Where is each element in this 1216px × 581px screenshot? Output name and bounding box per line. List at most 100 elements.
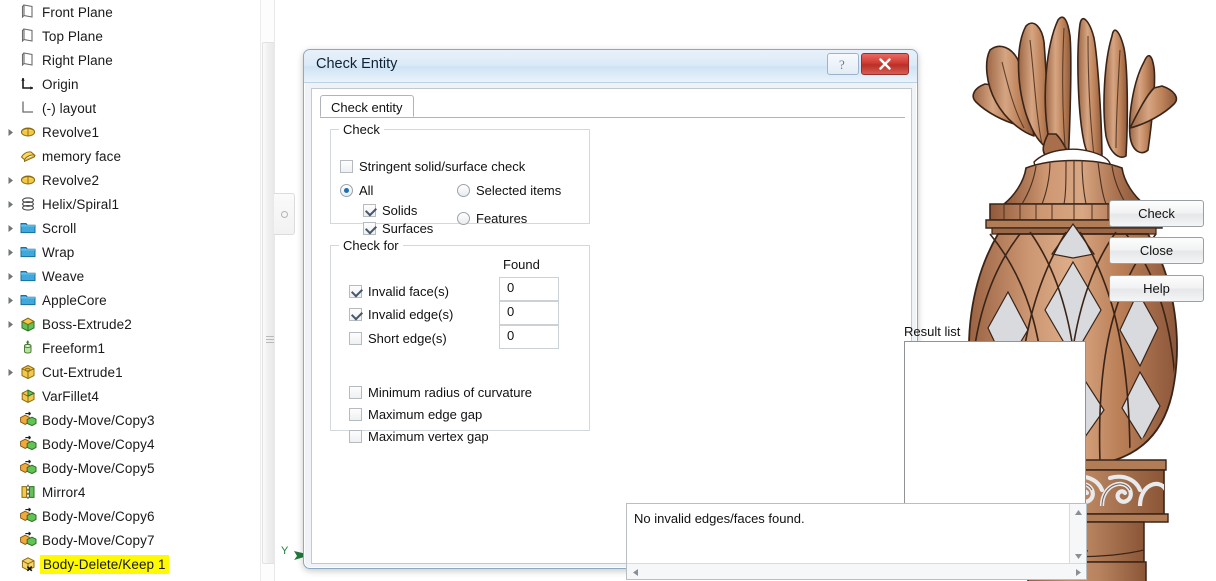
check-groupbox: Check Stringent solid/surface check All … [330, 122, 590, 236]
tree-item-body-move-copy3[interactable]: Body-Move/Copy3 [0, 408, 258, 432]
tree-item-label: Boss-Extrude2 [42, 316, 132, 332]
message-vertical-scrollbar[interactable] [1069, 504, 1086, 564]
features-radio[interactable] [457, 211, 470, 225]
tree-item-body-delete-keep-1[interactable]: Body-Delete/Keep 1 [0, 552, 258, 576]
titlebar-close-button[interactable] [861, 53, 909, 75]
message-horizontal-scrollbar[interactable] [627, 563, 1086, 579]
features-row[interactable]: Features [457, 207, 527, 229]
check-button[interactable]: Check [1109, 200, 1204, 227]
tree-item-icon [18, 242, 38, 262]
invalid-faces-row[interactable]: Invalid face(s) [349, 280, 449, 302]
tree-item-applecore[interactable]: AppleCore [0, 288, 258, 312]
tree-item-label: Body-Move/Copy3 [42, 412, 155, 428]
expand-chevron-icon[interactable] [4, 192, 18, 216]
short-edges-label: Short edge(s) [368, 330, 447, 346]
tree-item-cut-extrude1[interactable]: Cut-Extrude1 [0, 360, 258, 384]
stringent-checkbox[interactable] [340, 159, 353, 173]
invalid-faces-found-value[interactable]: 0 [499, 277, 559, 301]
surface-icon [20, 151, 37, 163]
maximum-vertex-gap-row[interactable]: Maximum vertex gap [349, 425, 489, 447]
tree-item-revolve2[interactable]: Revolve2 [0, 168, 258, 192]
short-edges-checkbox[interactable] [349, 331, 362, 345]
tree-item-body-move-copy4[interactable]: Body-Move/Copy4 [0, 432, 258, 456]
expand-chevron-icon[interactable] [4, 120, 18, 144]
tree-item-label: Cut-Extrude1 [42, 364, 123, 380]
scroll-right-arrow-icon[interactable] [1070, 564, 1086, 580]
tree-item-layout[interactable]: (-) layout [0, 96, 258, 120]
tree-item-origin[interactable]: Origin [0, 72, 258, 96]
expand-chevron-icon[interactable] [4, 168, 18, 192]
folder-icon [20, 295, 36, 306]
surfaces-checkbox[interactable] [363, 221, 376, 235]
feature-tree[interactable]: Front Plane Top Plane Right Plane Origin (-)… [0, 0, 258, 581]
scope-selected-items-radio[interactable] [457, 183, 470, 197]
tree-item-revolve1[interactable]: Revolve1 [0, 120, 258, 144]
tree-item-label: Top Plane [42, 28, 103, 44]
tree-item-body-move-copy6[interactable]: Body-Move/Copy6 [0, 504, 258, 528]
invalid-edges-found-value[interactable]: 0 [499, 301, 559, 325]
minimum-radius-checkbox[interactable] [349, 385, 362, 399]
minimum-radius-row[interactable]: Minimum radius of curvature [349, 381, 532, 403]
invalid-edges-checkbox[interactable] [349, 307, 362, 321]
short-edges-found-value[interactable]: 0 [499, 325, 559, 349]
tree-item-icon [18, 266, 38, 286]
titlebar-help-button[interactable]: ? [827, 53, 859, 75]
panel-splitter-handle[interactable] [274, 193, 295, 235]
tree-item-wrap[interactable]: Wrap [0, 240, 258, 264]
expand-chevron-icon[interactable] [4, 240, 18, 264]
close-button[interactable]: Close [1109, 237, 1204, 264]
move-copy-icon [20, 507, 37, 523]
dialog-titlebar[interactable]: Check Entity ? [304, 50, 917, 83]
tree-item-icon [18, 410, 38, 430]
delete-body-icon [21, 557, 35, 572]
tree-item-helix-spiral1[interactable]: Helix/Spiral1 [0, 192, 258, 216]
short-edges-row[interactable]: Short edge(s) [349, 327, 447, 349]
scroll-down-arrow-icon[interactable] [1070, 548, 1086, 564]
panel-splitter[interactable] [274, 0, 303, 581]
cut-extrude-icon [21, 364, 35, 380]
tab-check-entity[interactable]: Check entity [320, 95, 414, 117]
expand-chevron-icon[interactable] [4, 360, 18, 384]
check-entity-dialog[interactable]: Check Entity ? Check entity Check String… [303, 49, 1204, 580]
expand-chevron-icon[interactable] [4, 312, 18, 336]
help-button[interactable]: Help [1109, 275, 1204, 302]
tree-item-mirror4[interactable]: Mirror4 [0, 480, 258, 504]
tree-item-scroll[interactable]: Scroll [0, 216, 258, 240]
scope-selected-items-row[interactable]: Selected items [457, 179, 561, 201]
tree-item-boss-extrude2[interactable]: Boss-Extrude2 [0, 312, 258, 336]
tree-item-right-plane[interactable]: Right Plane [0, 48, 258, 72]
scroll-left-arrow-icon[interactable] [627, 564, 643, 580]
message-box[interactable]: No invalid edges/faces found. [626, 503, 1087, 580]
stringent-check-row[interactable]: Stringent solid/surface check [340, 155, 525, 177]
tree-item-label: (-) layout [42, 100, 97, 116]
scroll-up-arrow-icon[interactable] [1070, 504, 1086, 520]
tree-item-body-move-copy5[interactable]: Body-Move/Copy5 [0, 456, 258, 480]
expand-chevron-icon[interactable] [4, 288, 18, 312]
invalid-edges-row[interactable]: Invalid edge(s) [349, 303, 453, 325]
scrollbar-grip-icon [266, 336, 274, 345]
solids-checkbox[interactable] [363, 203, 376, 217]
maximum-vertex-gap-checkbox[interactable] [349, 429, 362, 443]
tree-item-freeform1[interactable]: Freeform1 [0, 336, 258, 360]
mirror-icon [21, 484, 35, 499]
tree-item-memory-face[interactable]: memory face [0, 144, 258, 168]
tree-item-body-move-copy7[interactable]: Body-Move/Copy7 [0, 528, 258, 552]
feature-tree-scrollbar[interactable] [260, 0, 276, 581]
maximum-edge-gap-checkbox[interactable] [349, 407, 362, 421]
revolve-icon [20, 127, 36, 137]
surfaces-row[interactable]: Surfaces [363, 217, 433, 239]
invalid-faces-checkbox[interactable] [349, 284, 362, 298]
tree-item-icon [18, 530, 38, 550]
tree-item-varfillet4[interactable]: VarFillet4 [0, 384, 258, 408]
tree-item-label: Helix/Spiral1 [42, 196, 120, 212]
scope-all-row[interactable]: All [340, 179, 373, 201]
tree-item-weave[interactable]: Weave [0, 264, 258, 288]
scope-all-radio[interactable] [340, 183, 353, 197]
tree-item-label: Body-Move/Copy6 [42, 508, 155, 524]
maximum-edge-gap-row[interactable]: Maximum edge gap [349, 403, 482, 425]
tree-item-front-plane[interactable]: Front Plane [0, 0, 258, 24]
tree-item-top-plane[interactable]: Top Plane [0, 24, 258, 48]
expand-chevron-icon[interactable] [4, 264, 18, 288]
expand-chevron-icon[interactable] [4, 216, 18, 240]
